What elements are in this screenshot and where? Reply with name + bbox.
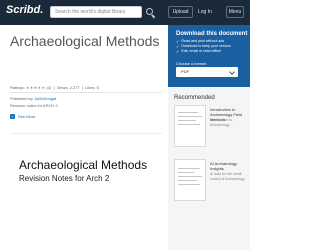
page-subtitle: Revision Notes for Arch 2 [19, 174, 110, 183]
plus-icon: + [10, 114, 15, 119]
page-title: Archaeological Methods [19, 158, 148, 172]
publisher-link[interactable]: JoMcDougal [34, 96, 56, 101]
recommended-subtitle: Introduction to Archaeology [210, 118, 233, 127]
see-more-label: See More [18, 114, 36, 119]
chevron-down-icon [229, 69, 235, 75]
choose-format-label: Choose a format: [176, 61, 207, 66]
upload-button[interactable]: Upload [168, 6, 193, 18]
recommended-heading: Recommended [174, 95, 215, 101]
divider [10, 92, 162, 93]
thumbnail-line [178, 180, 197, 181]
thumbnail-line [178, 112, 198, 113]
document-notes: Revision notes for ARCH 2 [10, 103, 58, 108]
top-navigation-bar: Scribd. Upload Log In Menu [0, 0, 250, 25]
views-count: Views: 2,277 [56, 85, 80, 90]
search-icon[interactable] [146, 8, 153, 15]
thumbnail-line [178, 172, 194, 173]
published-by-label: Published by [10, 96, 33, 101]
download-promo: Download this document ✓ Read and print … [168, 25, 250, 87]
format-select[interactable]: .PDF [176, 67, 238, 77]
thumbnail-line [178, 120, 196, 121]
scribd-logo[interactable]: Scribd. [6, 4, 43, 16]
thumbnail-line [178, 116, 202, 117]
likes-count: Likes: 6 [85, 85, 99, 90]
promo-list: ✓ Read and print without ads ✓ Download … [176, 39, 231, 54]
document-thumbnail[interactable] [174, 159, 206, 201]
thumbnail-line [178, 176, 202, 177]
menu-button[interactable]: Menu [226, 6, 244, 18]
promo-heading: Download this document [176, 31, 248, 37]
see-more-link[interactable]: + See More [10, 114, 35, 119]
thumbnail-line [178, 124, 200, 125]
check-icon: ✓ [176, 49, 180, 54]
thumbnail-line [178, 184, 200, 185]
rating-stars-icon[interactable]: ★★★★★ [26, 85, 45, 90]
format-value: .PDF [180, 69, 190, 74]
document-title: Archaeological Methods [10, 33, 160, 49]
document-thumbnail[interactable] [174, 105, 206, 147]
login-link[interactable]: Log In [198, 6, 220, 18]
thumbnail-line [178, 168, 200, 169]
recommended-title[interactable]: AI Archaeology Insights [210, 161, 248, 171]
ratings-label: Ratings: [10, 85, 25, 90]
recommended-item[interactable]: AI Archaeology Insights AI data for the … [174, 159, 248, 203]
recommended-item[interactable]: Introduction to Archaeology Field Method… [174, 105, 248, 149]
promo-item: ✓ Edit, email or read offline [176, 49, 231, 54]
document-stats: Ratings: ★★★★★ (1) | Views: 2,277 | Like… [10, 85, 99, 90]
document-page: Archaeological Methods Revision Notes fo… [10, 133, 162, 251]
ratings-count: (1) [46, 85, 52, 90]
promo-item-label: Edit, email or read offline [181, 49, 222, 53]
recommended-subtitle: AI data for the credit control of Archae… [210, 172, 245, 181]
search-input[interactable] [50, 6, 142, 18]
sidebar: Download this document ✓ Read and print … [168, 25, 250, 250]
document-column: Archaeological Methods Ratings: ★★★★★ (1… [0, 25, 168, 251]
published-by-line: Published by JoMcDougal [10, 96, 56, 101]
